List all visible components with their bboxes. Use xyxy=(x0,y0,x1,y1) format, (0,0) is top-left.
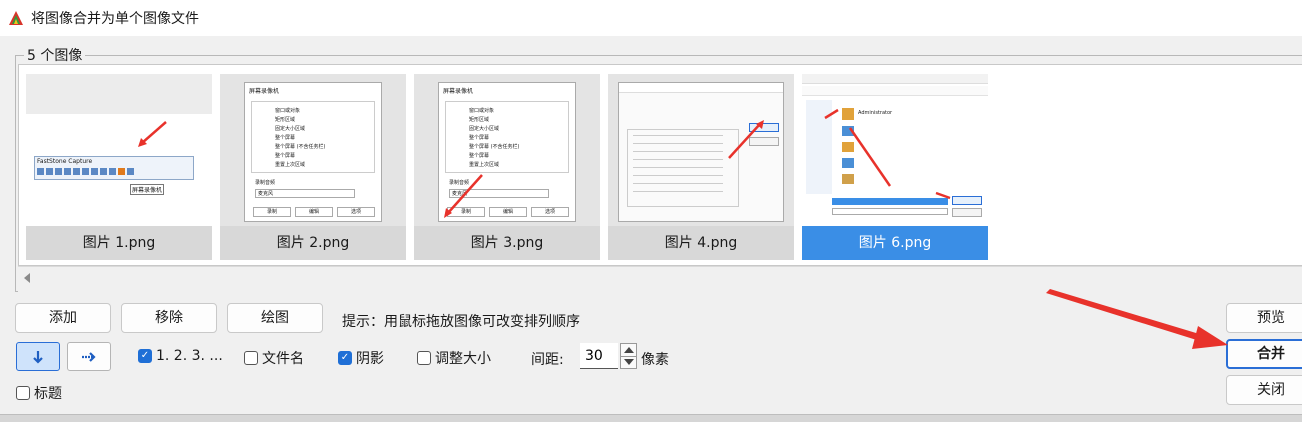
thumbnail-image xyxy=(608,74,794,226)
filename-checkbox[interactable]: 文件名 xyxy=(244,348,304,368)
recorder-title: 屏幕录像机 xyxy=(443,88,474,95)
spacing-input[interactable] xyxy=(580,343,618,369)
merge-button[interactable]: 合并 xyxy=(1226,339,1302,369)
filename-label: 文件名 xyxy=(262,351,304,367)
spin-up-icon[interactable] xyxy=(624,347,634,353)
folder-admin: Administrator xyxy=(858,110,893,116)
recorder-item: 重置上次区域 xyxy=(275,162,306,168)
thumbnail-item[interactable]: 屏幕录像机 窗口或对象 矩形区域 固定大小区域 整个屏幕 整个屏幕 (不含任务栏… xyxy=(414,74,600,260)
recorder-title: 屏幕录像机 xyxy=(249,88,280,95)
vertical-layout-button[interactable] xyxy=(16,342,60,371)
spin-down-icon[interactable] xyxy=(624,359,634,365)
recorder-btn: 选项 xyxy=(531,207,569,217)
recorder-btn: 录制 xyxy=(253,207,291,217)
thumbnail-caption: 图片 1.png xyxy=(82,235,156,251)
numbering-checkbox[interactable]: ✓ 1. 2. 3. ... xyxy=(138,348,223,364)
recorder-item: 固定大小区域 xyxy=(469,126,500,132)
drag-hint-text: 提示：用鼠标拖放图像可改变排列顺序 xyxy=(342,314,580,330)
merge-images-dialog: 将图像合并为单个图像文件 5 个图像 FastStone Capture 屏幕录… xyxy=(0,0,1302,415)
recorder-device: 麦克风 xyxy=(449,189,549,198)
spacing-label: 间距: xyxy=(531,352,564,368)
recorder-btn: 选项 xyxy=(337,207,375,217)
thumbnail-image: 屏幕录像机 窗口或对象 矩形区域 固定大小区域 整个屏幕 整个屏幕 (不含任务栏… xyxy=(414,74,600,226)
thumbnail-item-selected[interactable]: Administrator 图片 6.png xyxy=(802,74,988,260)
checkmark-icon: ✓ xyxy=(338,351,352,365)
thumbnail-item[interactable]: FastStone Capture 屏幕录像机 图片 1.png xyxy=(26,74,212,260)
numbering-label: 1. 2. 3. ... xyxy=(156,348,223,364)
recorder-item: 整个屏幕 xyxy=(275,135,296,141)
add-button[interactable]: 添加 xyxy=(15,303,111,333)
spacing-unit: 像素 xyxy=(641,352,669,368)
thumbnail-image: 屏幕录像机 窗口或对象 矩形区域 固定大小区域 整个屏幕 整个屏幕 (不含任务栏… xyxy=(220,74,406,226)
recorder-item: 窗口或对象 xyxy=(469,108,495,114)
scroll-left-arrow-icon[interactable] xyxy=(24,273,30,283)
horizontal-layout-button[interactable] xyxy=(67,342,111,371)
thumbnail-strip[interactable]: FastStone Capture 屏幕录像机 图片 1.png 屏幕录像机 窗… xyxy=(18,64,1302,266)
horizontal-scrollbar[interactable] xyxy=(18,266,1302,292)
recorder-item: 整个屏幕 xyxy=(275,153,296,159)
arrow-down-icon xyxy=(33,350,43,364)
caption-checkbox[interactable]: 标题 xyxy=(16,383,62,403)
images-group-label: 5 个图像 xyxy=(24,45,86,65)
shadow-label: 阴影 xyxy=(356,351,384,367)
recorder-device: 麦克风 xyxy=(255,189,355,198)
remove-button[interactable]: 移除 xyxy=(121,303,217,333)
capture-tooltip: 屏幕录像机 xyxy=(130,184,165,195)
recorder-item: 重置上次区域 xyxy=(469,162,500,168)
recorder-item: 窗口或对象 xyxy=(275,108,301,114)
preview-button[interactable]: 预览 xyxy=(1226,303,1302,333)
title-bar: 将图像合并为单个图像文件 xyxy=(0,0,1302,36)
recorder-btn: 录制 xyxy=(447,207,485,217)
recorder-item: 整个屏幕 xyxy=(469,153,490,159)
recorder-btn: 编辑 xyxy=(295,207,333,217)
thumbnail-image: FastStone Capture 屏幕录像机 xyxy=(26,74,212,226)
recorder-item: 固定大小区域 xyxy=(275,126,306,132)
caption-label: 标题 xyxy=(34,386,62,402)
recorder-audio: 录制音频 xyxy=(449,180,470,186)
shadow-checkbox[interactable]: ✓ 阴影 xyxy=(338,348,384,368)
thumbnail-caption: 图片 2.png xyxy=(276,235,350,251)
recorder-audio: 录制音频 xyxy=(255,180,276,186)
thumbnail-caption: 图片 4.png xyxy=(664,235,738,251)
thumbnail-item[interactable]: 图片 4.png xyxy=(608,74,794,260)
recorder-item: 整个屏幕 (不含任务栏) xyxy=(469,144,520,150)
recorder-item: 矩形区域 xyxy=(275,117,296,123)
spacing-spinner[interactable] xyxy=(620,343,637,369)
thumbnail-image: Administrator xyxy=(802,74,988,226)
capture-title: FastStone Capture xyxy=(37,158,93,165)
arrow-right-icon xyxy=(82,351,96,362)
checkbox-empty-icon xyxy=(417,351,431,365)
window-title: 将图像合并为单个图像文件 xyxy=(31,11,199,27)
close-button[interactable]: 关闭 xyxy=(1226,375,1302,405)
recorder-btn: 编辑 xyxy=(489,207,527,217)
checkbox-empty-icon xyxy=(244,351,258,365)
app-logo-icon xyxy=(9,11,23,25)
thumbnail-caption: 图片 6.png xyxy=(858,235,932,251)
checkmark-icon: ✓ xyxy=(138,349,152,363)
draw-button[interactable]: 绘图 xyxy=(227,303,323,333)
recorder-item: 整个屏幕 (不含任务栏) xyxy=(275,144,326,150)
recorder-item: 矩形区域 xyxy=(469,117,490,123)
resize-label: 调整大小 xyxy=(435,351,491,367)
checkbox-empty-icon xyxy=(16,386,30,400)
thumbnail-item[interactable]: 屏幕录像机 窗口或对象 矩形区域 固定大小区域 整个屏幕 整个屏幕 (不含任务栏… xyxy=(220,74,406,260)
thumbnail-caption: 图片 3.png xyxy=(470,235,544,251)
resize-checkbox[interactable]: 调整大小 xyxy=(417,348,491,368)
recorder-item: 整个屏幕 xyxy=(469,135,490,141)
